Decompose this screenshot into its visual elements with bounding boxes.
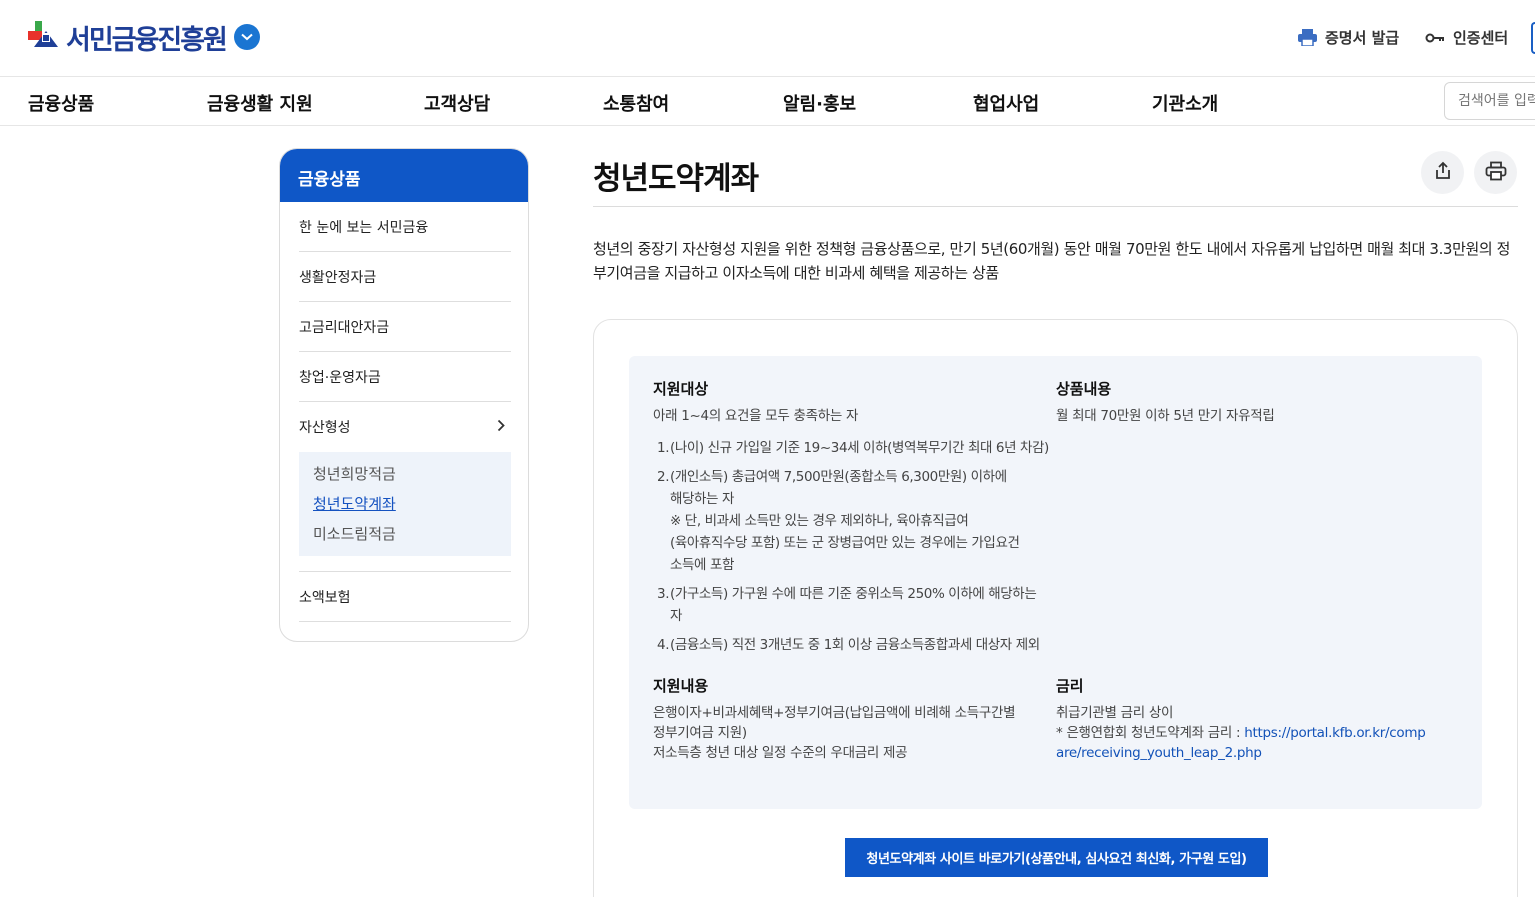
list-item-line: 자 bbox=[670, 608, 683, 624]
gnb-about[interactable]: 기관소개 bbox=[1152, 90, 1218, 116]
target-heading: 지원대상 bbox=[653, 380, 709, 398]
list-item: 3. (가구소득) 가구원 수에 따른 기준 중위소득 250% 이하에 해당하… bbox=[653, 583, 1053, 627]
rate-heading: 금리 bbox=[1056, 677, 1084, 695]
product-card: 지원대상 아래 1~4의 요건을 모두 충족하는 자 1. (나이) 신규 가입… bbox=[593, 319, 1518, 897]
list-item-line: (육아휴직수당 포함) 또는 군 장병급여만 있는 경우에는 가입요건 bbox=[670, 535, 1020, 551]
side-nav-item-label: 자산형성 bbox=[299, 420, 351, 436]
page-title: 청년도약계좌 bbox=[593, 161, 759, 197]
gnb-communication[interactable]: 소통참여 bbox=[603, 90, 669, 116]
key-icon bbox=[1425, 32, 1445, 44]
gnb-cooperation[interactable]: 협업사업 bbox=[973, 90, 1039, 116]
side-nav-sub-miso-dream-savings[interactable]: 미소드림적금 bbox=[313, 519, 497, 549]
list-item-text: (가구소득) 가구원 수에 따른 기준 중위소득 250% 이하에 해당하는 자 bbox=[670, 583, 1037, 627]
side-nav-sub-youth-leap-account[interactable]: 청년도약계좌 bbox=[313, 489, 497, 519]
logo-text: 서민금융진흥원 bbox=[66, 24, 228, 56]
printer-icon bbox=[1298, 29, 1317, 46]
list-item-number: 2. bbox=[657, 469, 670, 485]
search-input[interactable] bbox=[1444, 82, 1535, 120]
list-item: 4. (금융소득) 직전 3개년도 중 1회 이상 금융소득종합과세 대상자 제… bbox=[653, 634, 1053, 656]
list-item-line: 소득에 포함 bbox=[670, 557, 734, 573]
list-item: 1. (나이) 신규 가입일 기준 19~34세 이하(병역복무기간 최대 6년… bbox=[653, 437, 1053, 459]
support-heading: 지원내용 bbox=[653, 677, 709, 695]
auth-center-label: 인증센터 bbox=[1453, 29, 1509, 47]
side-nav: 금융상품 한 눈에 보는 서민금융 생활안정자금 고금리대안자금 창업·운영자금… bbox=[279, 148, 529, 642]
list-item: 2. (개인소득) 총급여액 7,500만원(종합소득 6,300만원) 이하에… bbox=[653, 466, 1053, 576]
print-button[interactable] bbox=[1474, 151, 1517, 194]
list-item-line: (가구소득) 가구원 수에 따른 기준 중위소득 250% 이하에 해당하는 bbox=[670, 586, 1037, 602]
rate-link-prefix: * 은행연합회 청년도약계좌 금리 : bbox=[1056, 725, 1245, 741]
gnb-customer-consult[interactable]: 고객상담 bbox=[424, 90, 490, 116]
rate-line: 취급기관별 금리 상이 bbox=[1056, 705, 1174, 721]
product-heading: 상품내용 bbox=[1056, 380, 1112, 398]
youth-leap-site-button[interactable]: 청년도약계좌 사이트 바로가기(상품안내, 심사요건 최신화, 가구원 도입) bbox=[845, 838, 1268, 877]
header-login-button[interactable] bbox=[1531, 22, 1535, 54]
side-nav-item-startup-fund[interactable]: 창업·운영자금 bbox=[299, 352, 511, 402]
gnb-news-pr[interactable]: 알림·홍보 bbox=[783, 90, 856, 116]
side-nav-item-overview[interactable]: 한 눈에 보는 서민금융 bbox=[299, 202, 511, 252]
side-nav-title: 금융상품 bbox=[280, 149, 528, 202]
side-nav-item-high-interest-alternative[interactable]: 고금리대안자금 bbox=[299, 302, 511, 352]
print-icon bbox=[1485, 161, 1507, 185]
certificate-issue-link[interactable]: 증명서 발급 bbox=[1298, 27, 1399, 48]
rate-link-continued[interactable]: are/receiving_youth_leap_2.php bbox=[1056, 743, 1466, 763]
rate-line: * 은행연합회 청년도약계좌 금리 : https://portal.kfb.o… bbox=[1056, 723, 1466, 743]
side-nav-item-micro-insurance[interactable]: 소액보험 bbox=[299, 572, 511, 622]
list-item-line: (개인소득) 총급여액 7,500만원(종합소득 6,300만원) 이하에 bbox=[670, 469, 1007, 485]
side-nav-sub-youth-hope-savings[interactable]: 청년희망적금 bbox=[313, 459, 497, 489]
side-nav-item-label: 소액보험 bbox=[299, 589, 351, 606]
list-item-text: (나이) 신규 가입일 기준 19~34세 이하(병역복무기간 최대 6년 차감… bbox=[670, 440, 1049, 456]
target-list: 1. (나이) 신규 가입일 기준 19~34세 이하(병역복무기간 최대 6년… bbox=[653, 437, 1053, 663]
product-intro: 청년의 중장기 자산형성 지원을 위한 정책형 금융상품으로, 만기 5년(60… bbox=[593, 240, 1511, 282]
support-line: 은행이자+비과세혜택+정부기여금(납입금액에 비례해 소득구간별 bbox=[653, 705, 1016, 721]
side-nav-item-asset-building[interactable]: 자산형성 bbox=[299, 402, 511, 452]
list-item-text: (금융소득) 직전 3개년도 중 1회 이상 금융소득종합과세 대상자 제외 bbox=[670, 637, 1040, 653]
list-item-number: 1. bbox=[657, 440, 670, 456]
list-item-line: ※ 단, 비과세 소득만 있는 경우 제외하나, 육아휴직급여 bbox=[670, 513, 969, 529]
list-item-number: 4. bbox=[657, 637, 670, 653]
share-icon bbox=[1433, 161, 1453, 185]
side-nav-item-label: 창업·운영자금 bbox=[299, 369, 381, 386]
gnb-financial-life-support[interactable]: 금융생활 지원 bbox=[207, 90, 313, 116]
product-text: 월 최대 70만원 이하 5년 만기 자유적립 bbox=[1056, 408, 1275, 424]
support-line: 정부기여금 지원) bbox=[653, 725, 747, 741]
site-logo[interactable]: 서민금융진흥원 bbox=[28, 14, 260, 60]
list-item-line: 해당하는 자 bbox=[670, 491, 734, 507]
rate-link[interactable]: https://portal.kfb.or.kr/comp bbox=[1244, 725, 1426, 741]
site-header: 서민금융진흥원 증명서 발급 인증센터 bbox=[0, 0, 1535, 77]
auth-center-link[interactable]: 인증센터 bbox=[1425, 27, 1508, 48]
chevron-down-icon[interactable] bbox=[233, 24, 260, 50]
logo-mark-icon bbox=[28, 19, 64, 55]
support-text: 은행이자+비과세혜택+정부기여금(납입금액에 비례해 소득구간별 정부기여금 지… bbox=[653, 703, 1053, 763]
target-summary: 아래 1~4의 요건을 모두 충족하는 자 bbox=[653, 408, 859, 424]
global-nav: 금융상품 금융생활 지원 고객상담 소통참여 알림·홍보 협업사업 기관소개 bbox=[0, 77, 1535, 126]
side-nav-item-label: 한 눈에 보는 서민금융 bbox=[299, 219, 429, 236]
support-line: 저소득층 청년 대상 일정 수준의 우대금리 제공 bbox=[653, 745, 908, 761]
chevron-right-icon bbox=[497, 419, 505, 436]
product-info-box: 지원대상 아래 1~4의 요건을 모두 충족하는 자 1. (나이) 신규 가입… bbox=[629, 356, 1482, 809]
list-item-number: 3. bbox=[657, 586, 670, 602]
side-nav-item-living-stability[interactable]: 생활안정자금 bbox=[299, 252, 511, 302]
list-item-text: (개인소득) 총급여액 7,500만원(종합소득 6,300만원) 이하에 해당… bbox=[670, 466, 1020, 576]
rate-text: 취급기관별 금리 상이 * 은행연합회 청년도약계좌 금리 : https://… bbox=[1056, 703, 1466, 763]
gnb-financial-products[interactable]: 금융상품 bbox=[28, 90, 94, 116]
certificate-issue-label: 증명서 발급 bbox=[1325, 29, 1400, 47]
side-nav-submenu: 청년희망적금 청년도약계좌 미소드림적금 bbox=[299, 452, 511, 556]
title-divider bbox=[593, 206, 1518, 207]
side-nav-item-label: 생활안정자금 bbox=[299, 269, 377, 286]
side-nav-item-label: 고금리대안자금 bbox=[299, 319, 390, 336]
share-button[interactable] bbox=[1421, 151, 1464, 194]
